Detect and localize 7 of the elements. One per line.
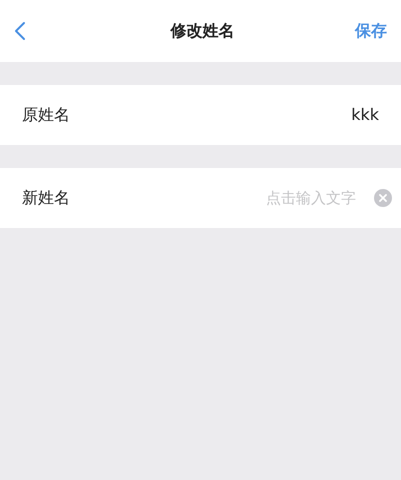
row-label: 原姓名 — [22, 104, 70, 126]
save-button[interactable]: 保存 — [355, 19, 387, 43]
new-name-field[interactable]: 点击输入文字 — [102, 186, 356, 210]
page-title: 修改姓名 — [170, 20, 234, 42]
original-name-value: kkk — [351, 104, 379, 126]
row-label: 新姓名 — [22, 187, 71, 209]
clear-icon[interactable] — [374, 189, 392, 207]
